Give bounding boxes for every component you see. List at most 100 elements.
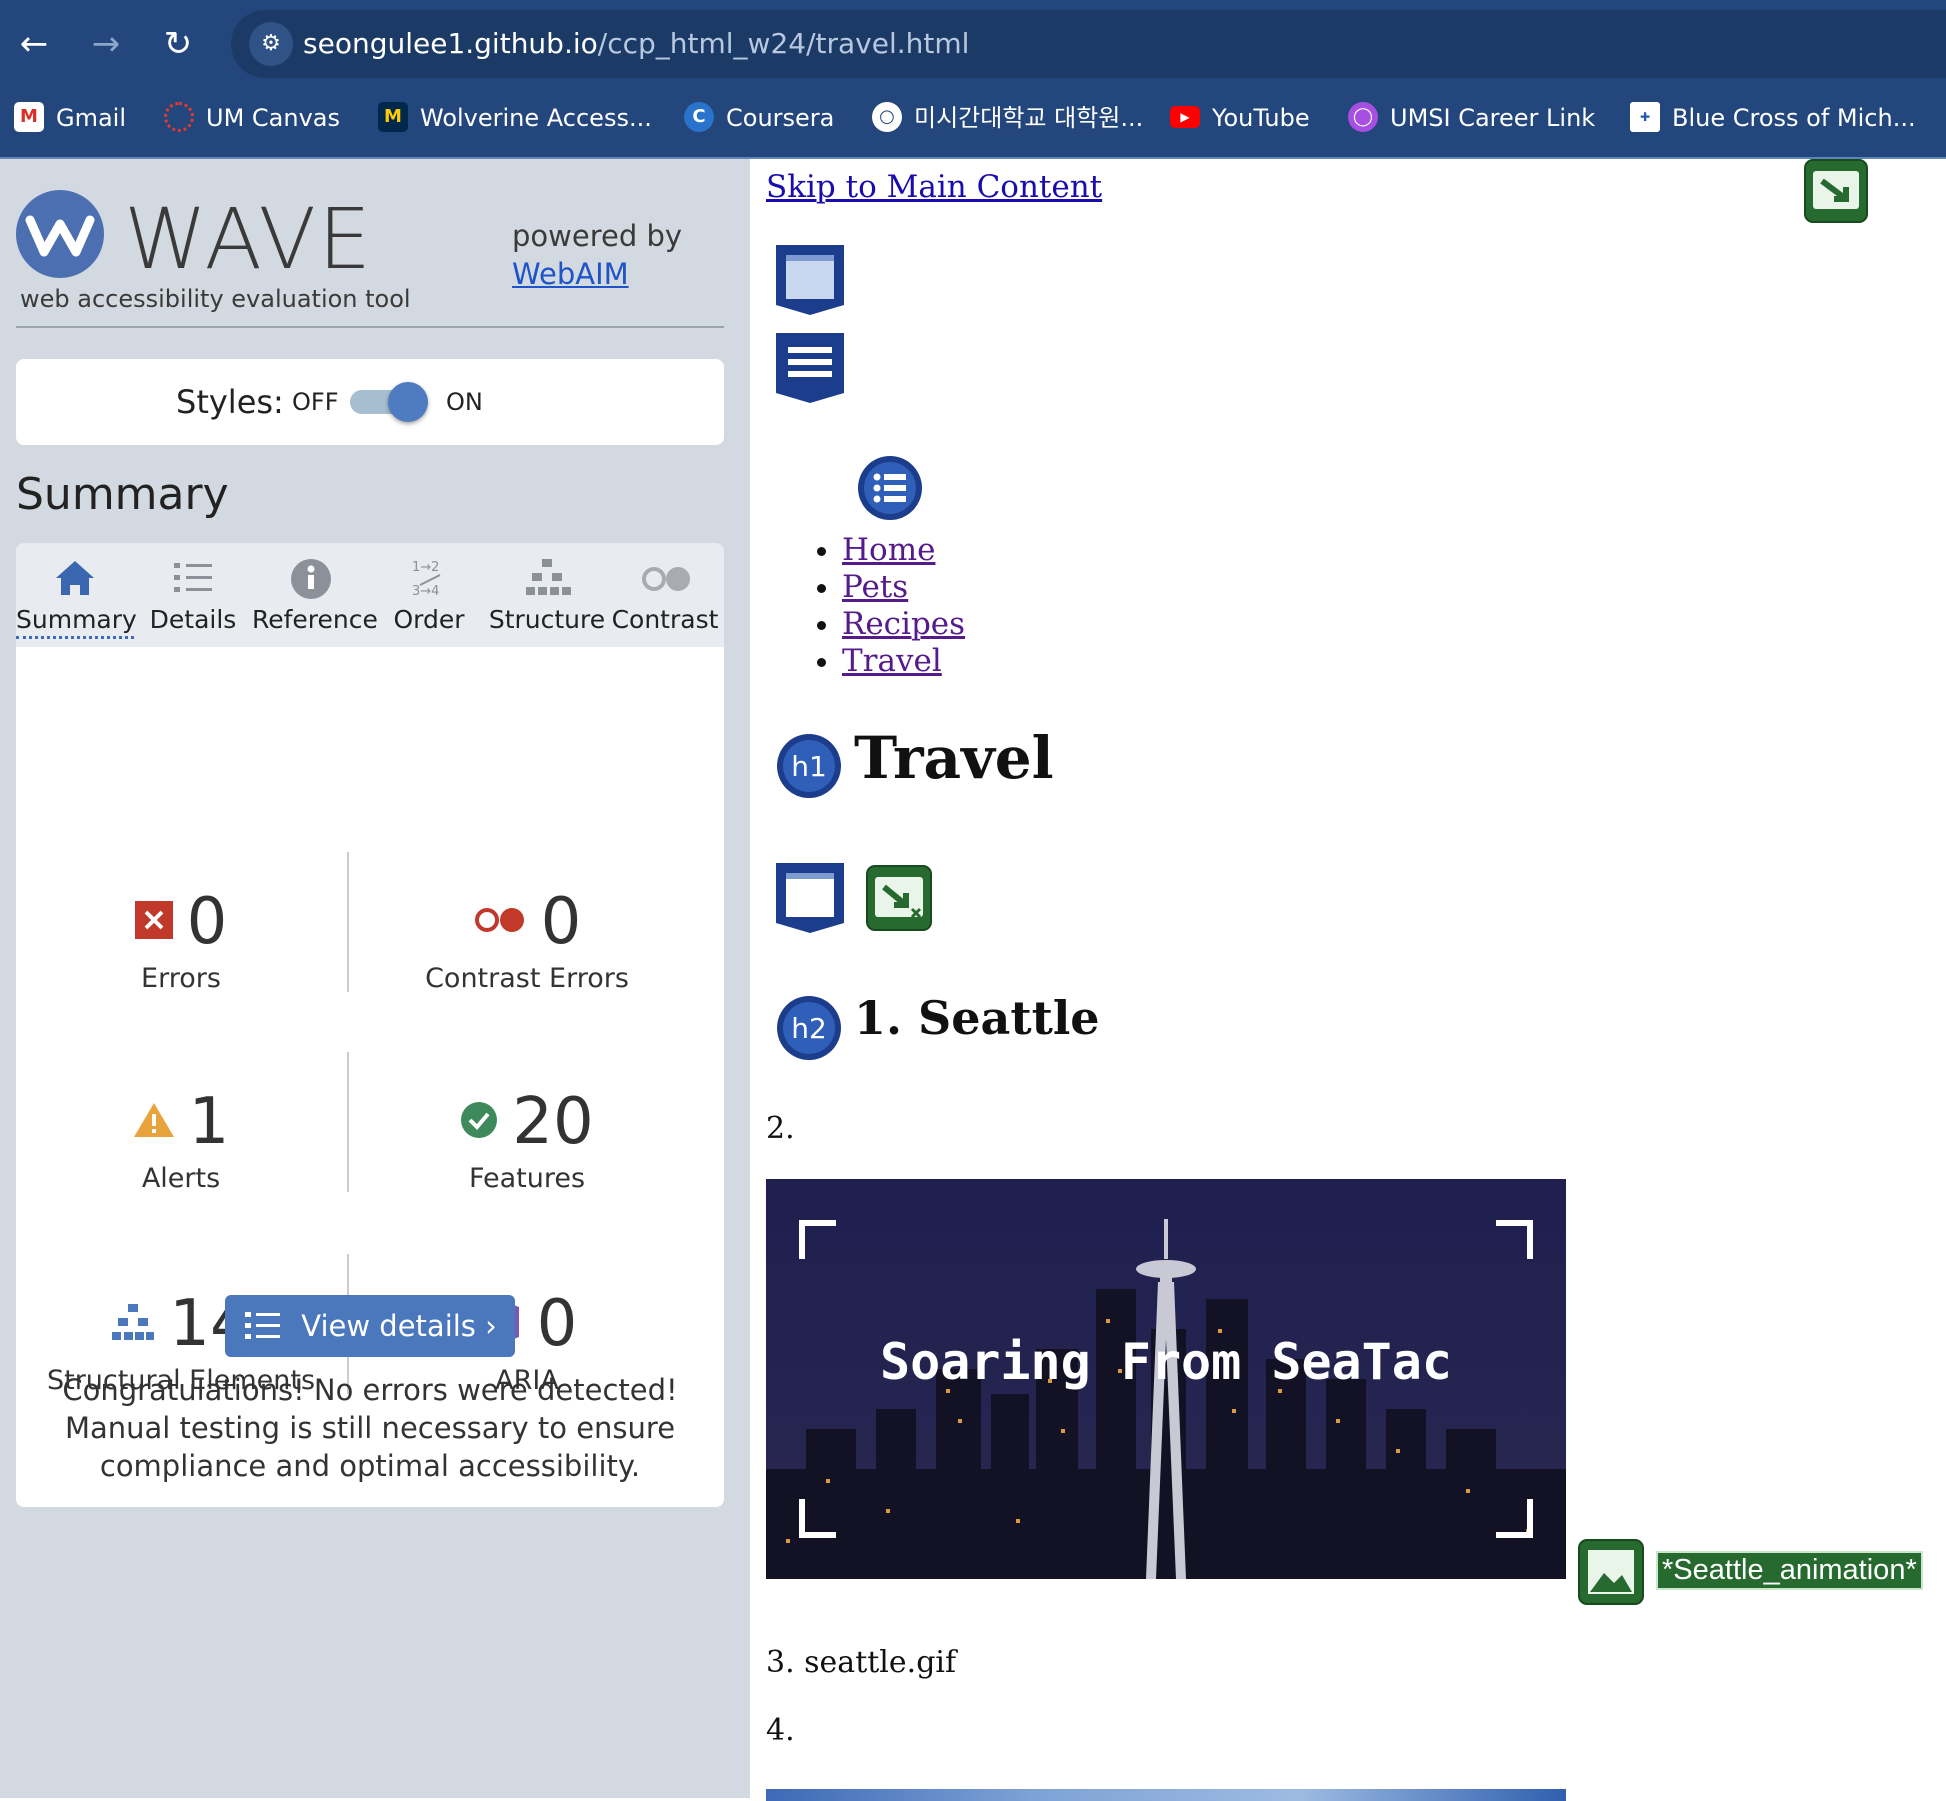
main-landmark-icon[interactable] — [774, 861, 846, 935]
h1-badge-icon[interactable]: h1 — [776, 733, 842, 799]
list-icon — [245, 1312, 281, 1339]
nav-link-travel[interactable]: Travel — [842, 643, 942, 679]
congratulations-message: Congratulations! No errors were detected… — [62, 1373, 678, 1483]
errors-label: Errors — [141, 963, 221, 994]
image-alt-icon[interactable] — [1578, 1539, 1644, 1605]
tab-label: Contrast — [611, 605, 719, 634]
powered-by: powered by WebAIM — [512, 217, 682, 293]
stat-contrast-errors[interactable]: 0 Contrast Errors — [362, 882, 692, 996]
bookmark-label: UM Canvas — [206, 104, 340, 132]
reload-icon[interactable]: ↻ — [156, 22, 200, 66]
stat-errors[interactable]: 0 Errors — [16, 882, 346, 996]
nav-link-recipes[interactable]: Recipes — [842, 606, 965, 642]
error-icon — [134, 901, 173, 940]
alert-icon — [133, 1103, 174, 1138]
seattle-skyline-image: Soaring From SeaTac — [766, 1179, 1566, 1579]
bookmark-youtube[interactable]: ▶ YouTube — [1170, 96, 1310, 140]
bookmark-umsi-career-link[interactable]: ◯ UMSI Career Link — [1348, 96, 1595, 140]
tab-label: Summary — [16, 605, 137, 639]
bookmark-wolverine-access[interactable]: M Wolverine Access... — [378, 96, 652, 140]
skip-to-main-link[interactable]: Skip to Main Content — [766, 169, 1102, 205]
tab-order[interactable]: 1→2 3→4 Order — [370, 543, 488, 647]
home-icon — [56, 561, 94, 595]
list-item-2: 2. — [766, 1111, 795, 1146]
stat-features[interactable]: 20 Features — [362, 1082, 692, 1196]
page-content: Skip to Main Content Home Pets Recipes T… — [750, 159, 1946, 1801]
bookmarks-bar: M Gmail UM Canvas M Wolverine Access... CC… — [0, 96, 1946, 140]
svg-text:3→4: 3→4 — [412, 584, 439, 599]
browser-chrome: ← → ↻ ⚙ seongulee1.github.io/ccp_html_w2… — [0, 0, 1946, 159]
summary-panel: 0 Errors 0 Contrast Errors 1 Alerts 20 F… — [16, 647, 724, 1507]
powered-by-label: powered by — [512, 219, 683, 253]
aria-count: 0 — [536, 1287, 578, 1361]
tab-reference[interactable]: Reference — [252, 543, 378, 647]
michigan-m-icon: M — [378, 102, 408, 132]
tab-contrast[interactable]: Contrast — [606, 543, 724, 647]
tab-details[interactable]: Details — [134, 543, 252, 647]
url-text[interactable]: seongulee1.github.io/ccp_html_w24/travel… — [303, 10, 969, 78]
stat-alerts[interactable]: 1 Alerts — [16, 1082, 346, 1196]
bookmark-label: UMSI Career Link — [1390, 104, 1596, 132]
bookmark-label: Gmail — [56, 104, 127, 132]
contrast-error-icon — [474, 908, 524, 933]
structure-icon — [526, 559, 571, 595]
canvas-icon — [164, 102, 194, 132]
svg-text:1→2: 1→2 — [412, 560, 439, 575]
seattle-banner-image: Soaring From SeaTac — [766, 1179, 1566, 1579]
url-domain: seongulee1.github.io — [303, 27, 598, 60]
wave-logo-icon — [16, 190, 104, 278]
url-path: /ccp_html_w24/travel.html — [597, 27, 970, 60]
logo-divider — [16, 326, 724, 328]
structure-element-icon — [112, 1304, 155, 1341]
address-bar[interactable]: ⚙ seongulee1.github.io/ccp_html_w24/trav… — [231, 10, 1946, 78]
tab-label: Order — [393, 605, 465, 634]
unordered-list-icon[interactable] — [857, 455, 923, 521]
forward-arrow-icon[interactable]: → — [84, 22, 128, 66]
contrast-errors-count: 0 — [540, 885, 582, 959]
bookmark-blue-cross[interactable]: ✚ Blue Cross of Mich... — [1630, 96, 1916, 140]
tab-summary[interactable]: Summary — [16, 543, 137, 647]
order-icon: 1→2 3→4 — [412, 560, 441, 599]
webaim-link[interactable]: WebAIM — [512, 257, 629, 291]
wave-logo-text: WAVE — [124, 190, 374, 288]
tab-structure[interactable]: Structure — [488, 543, 606, 647]
styles-off-label: OFF — [292, 388, 339, 416]
umsi-icon: ◯ — [1348, 102, 1378, 132]
stat-divider — [347, 1052, 349, 1192]
list-item-4: 4. — [766, 1713, 795, 1748]
bookmark-gmail[interactable]: M Gmail — [14, 96, 126, 140]
page-title: Travel — [854, 724, 1054, 792]
feature-check-icon — [461, 1102, 498, 1139]
nav-link-home[interactable]: Home — [842, 532, 935, 568]
image-alt-text-label: *Seattle_animation* — [1656, 1551, 1923, 1590]
stat-divider — [347, 852, 349, 992]
styles-toggle-knob[interactable] — [388, 382, 428, 422]
site-navigation: Home Pets Recipes Travel — [810, 532, 965, 680]
h1-badge-text: h1 — [791, 750, 827, 783]
skip-target-icon[interactable] — [866, 865, 932, 931]
site-settings-icon[interactable]: ⚙ — [249, 22, 293, 66]
bookmark-um-canvas[interactable]: UM Canvas — [164, 96, 340, 140]
bookmark-label: 미시간대학교 대학원... — [914, 104, 1144, 132]
list-icon — [174, 563, 212, 592]
h2-badge-icon[interactable]: h2 — [776, 995, 842, 1061]
skip-link-feature-icon[interactable] — [1804, 159, 1868, 223]
summary-heading: Summary — [16, 469, 229, 520]
youtube-icon: ▶ — [1170, 106, 1200, 128]
banner-text: Soaring From SeaTac — [880, 1333, 1452, 1391]
bookmark-coursera[interactable]: C Coursera — [684, 96, 834, 140]
tab-label: Details — [149, 605, 237, 634]
tab-label: Structure — [488, 605, 606, 634]
navigation-landmark-icon[interactable] — [774, 331, 846, 405]
styles-label: Styles: — [176, 383, 284, 421]
bookmark-grad-school[interactable]: ○ 미시간대학교 대학원... — [872, 96, 1143, 140]
tab-label: Reference — [252, 605, 378, 634]
header-landmark-icon[interactable] — [774, 243, 846, 317]
nav-link-pets[interactable]: Pets — [842, 569, 908, 605]
contrast-icon — [642, 567, 690, 591]
next-image-preview — [766, 1789, 1566, 1801]
view-details-button[interactable]: View details › — [225, 1295, 515, 1357]
bookmark-label: Wolverine Access... — [420, 104, 652, 132]
back-arrow-icon[interactable]: ← — [12, 22, 56, 66]
info-icon — [291, 559, 331, 599]
